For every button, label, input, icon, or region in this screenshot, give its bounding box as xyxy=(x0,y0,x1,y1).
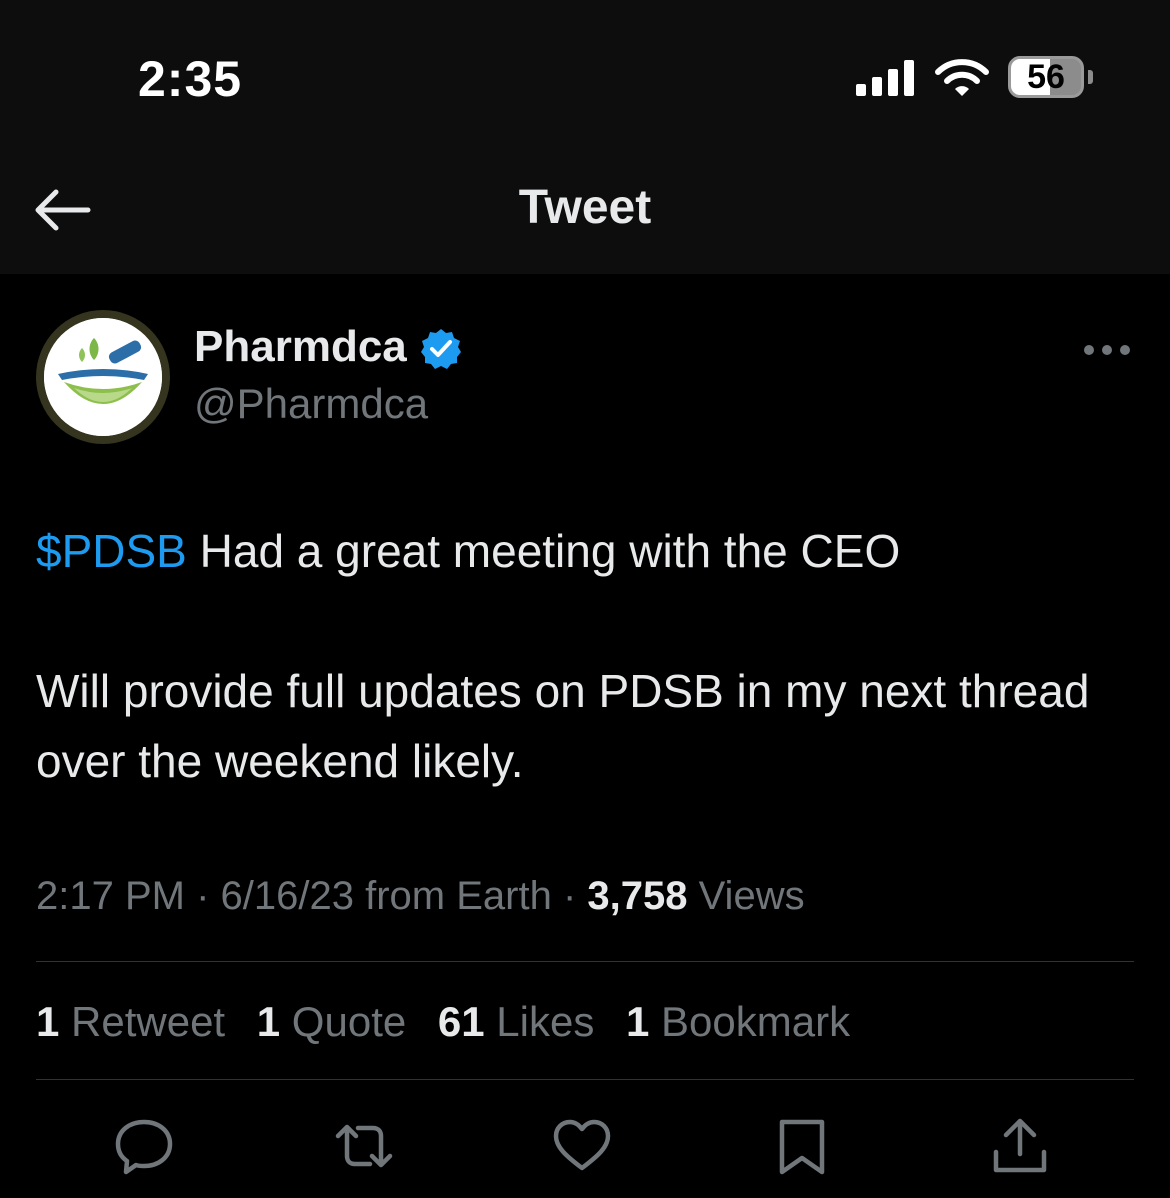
battery-level-text: 56 xyxy=(1027,58,1065,96)
status-bar: 2:35 56 xyxy=(0,0,1170,150)
retweet-icon[interactable] xyxy=(334,1116,394,1176)
meta-separator: · xyxy=(551,874,588,918)
retweets-stat[interactable]: 1 Retweet xyxy=(36,998,225,1046)
share-icon[interactable] xyxy=(990,1116,1050,1176)
reply-icon[interactable] xyxy=(114,1116,174,1176)
bookmarks-stat[interactable]: 1 Bookmark xyxy=(626,998,850,1046)
avatar[interactable] xyxy=(36,310,170,444)
likes-count: 61 xyxy=(437,998,485,1045)
tweet-source: from Earth xyxy=(353,874,552,918)
cashtag-link[interactable]: $PDSB xyxy=(36,525,187,577)
tweet-text-rest: Had a great meeting with the CEO xyxy=(186,525,901,577)
retweets-label: Retweet xyxy=(59,998,226,1045)
bookmarks-label: Bookmark xyxy=(649,998,851,1045)
tweet-time[interactable]: 2:17 PM xyxy=(36,874,185,918)
navigation-bar: Tweet xyxy=(0,150,1170,274)
like-icon[interactable] xyxy=(552,1116,612,1176)
cellular-signal-icon xyxy=(856,60,916,96)
mortar-pestle-logo xyxy=(44,318,162,436)
author-display-name[interactable]: Pharmdca xyxy=(194,322,407,372)
quotes-stat[interactable]: 1 Quote xyxy=(257,998,406,1046)
more-options-icon[interactable] xyxy=(1080,332,1134,366)
page-title: Tweet xyxy=(518,181,652,234)
battery-icon: 56 xyxy=(1008,56,1084,98)
mortar-logo-icon xyxy=(44,318,162,436)
verified-badge-icon xyxy=(421,329,461,369)
divider xyxy=(36,1079,1134,1080)
views-label: Views xyxy=(687,874,805,918)
meta-separator: · xyxy=(184,874,221,918)
author-handle[interactable]: @Pharmdca xyxy=(194,380,428,428)
bookmark-icon[interactable] xyxy=(772,1116,832,1176)
tweet-stats: 1 Retweet 1 Quote 61 Likes 1 Bookmark xyxy=(36,998,870,1046)
battery-cap xyxy=(1088,70,1093,84)
divider xyxy=(36,961,1134,962)
bookmarks-count: 1 xyxy=(626,998,650,1045)
tweet-date[interactable]: 6/16/23 xyxy=(221,874,354,918)
wifi-icon xyxy=(935,59,989,96)
quotes-label: Quote xyxy=(280,998,407,1045)
tweet-meta: 2:17 PM · 6/16/23 from Earth · 3,758 Vie… xyxy=(36,874,805,919)
likes-stat[interactable]: 61 Likes xyxy=(438,998,594,1046)
likes-label: Likes xyxy=(484,998,595,1045)
retweets-count: 1 xyxy=(36,998,60,1045)
quotes-count: 1 xyxy=(256,998,281,1045)
views-count: 3,758 xyxy=(587,874,688,918)
tweet-text-paragraph-2: Will provide full updates on PDSB in my … xyxy=(36,665,1090,787)
status-time: 2:35 xyxy=(138,51,243,107)
tweet-text-line-1: $PDSB Had a great meeting with the CEO xyxy=(36,516,1126,586)
